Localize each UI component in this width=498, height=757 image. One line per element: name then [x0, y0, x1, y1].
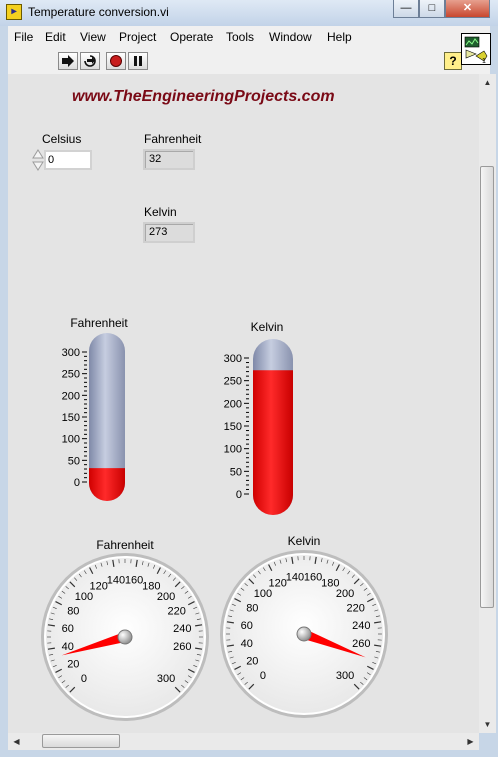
gauge-tick-label: 20 [67, 658, 79, 670]
fahrenheit-gauge-label: Fahrenheit [96, 538, 154, 552]
scroll-right-icon[interactable]: ▶ [462, 733, 479, 750]
gauge-tick-label: 100 [75, 591, 93, 603]
menu-project[interactable]: Project [119, 30, 156, 44]
minimize-button[interactable]: — [393, 0, 419, 18]
gauge-tick-label: 200 [157, 591, 175, 603]
gauge-tick-label: 200 [336, 588, 354, 600]
vi-chart-icon: 1 [464, 36, 488, 65]
run-continuously-button[interactable] [80, 52, 100, 70]
menu-bar: File Edit View Project Operate Tools Win… [8, 26, 490, 48]
gauge-tick-label: 40 [62, 641, 74, 653]
thermometer-tick-label: 150 [224, 421, 242, 433]
gauge-tick-label: 60 [62, 623, 74, 635]
pause-button[interactable] [128, 52, 148, 70]
abort-icon [110, 55, 122, 67]
run-arrow-icon [62, 55, 74, 67]
vi-connector-icon[interactable]: 1 [461, 33, 491, 65]
gauge-tick-label: 240 [352, 620, 370, 632]
horizontal-scrollbar[interactable]: ◀ ▶ [8, 733, 479, 750]
toolbar: ? [8, 48, 490, 74]
thermometer-tick-label: 150 [62, 412, 80, 424]
labview-window: ▸ Temperature conversion.vi — □ ✕ File E… [0, 0, 498, 757]
abort-button[interactable] [106, 52, 126, 70]
labview-vi-icon: ▸ [6, 4, 22, 20]
run-continuously-icon [84, 55, 96, 67]
menu-file[interactable]: File [14, 30, 33, 44]
vertical-scroll-thumb[interactable] [480, 166, 494, 608]
thermometer-tick-label: 200 [224, 398, 242, 410]
kelvin-thermometer-scale: 300 250 200 150 100 50 0 [224, 353, 249, 501]
front-panel: www.TheEngineeringProjects.com Celsius 0… [8, 74, 479, 733]
kelvin-gauge: Kelvin 020406080100120140 160180200220240… [220, 534, 388, 718]
horizontal-scroll-thumb[interactable] [42, 734, 120, 748]
gauge-tick-label: 240 [173, 623, 191, 635]
menu-window[interactable]: Window [269, 30, 312, 44]
thermometer-tick-label: 50 [230, 466, 242, 478]
gauge-tick-label: 100 [254, 588, 272, 600]
gauge-tick-label: 40 [241, 638, 253, 650]
gauge-tick-label: 220 [346, 603, 364, 615]
kelvin-thermometer-fill [253, 370, 293, 515]
gauge-tick-label: 120 [89, 580, 107, 592]
menu-help[interactable]: Help [327, 30, 352, 44]
context-help-button[interactable]: ? [444, 52, 462, 70]
vi-icon-number: 1 [482, 58, 486, 64]
thermometer-tick-label: 200 [62, 390, 80, 402]
gauge-hub [117, 629, 133, 645]
fahrenheit-thermometer-scale: 300 250 200 150 100 50 0 [62, 347, 87, 489]
gauge-tick-label: 300 [157, 673, 175, 685]
menu-view[interactable]: View [80, 30, 106, 44]
menu-tools[interactable]: Tools [226, 30, 254, 44]
window-title: Temperature conversion.vi [28, 5, 169, 19]
thermometer-tick-label: 250 [224, 376, 242, 388]
gauge-tick-label: 60 [241, 620, 253, 632]
gauge-hub [296, 626, 312, 642]
kelvin-gauge-label: Kelvin [288, 534, 321, 548]
thermometer-tick-label: 300 [224, 353, 242, 365]
gauge-tick-label: 260 [173, 641, 191, 653]
thermometer-tick-label: 100 [224, 444, 242, 456]
run-button[interactable] [58, 52, 78, 70]
gauge-tick-label: 0 [260, 670, 266, 682]
scroll-up-icon[interactable]: ▲ [479, 74, 496, 91]
graphics-layer: Fahrenheit 300250200150100500 Kelvin 300… [41, 316, 388, 721]
gauge-tick-label: 120 [268, 577, 286, 589]
maximize-button[interactable]: □ [419, 0, 445, 18]
scroll-left-icon[interactable]: ◀ [8, 733, 25, 750]
gauge-tick-label: 140 [286, 572, 304, 584]
gauge-tick-label: 160 [304, 572, 322, 584]
fahrenheit-thermometer-fill [89, 468, 125, 501]
thermometer-tick-label: 250 [62, 369, 80, 381]
thermometer-tick-label: 300 [62, 347, 80, 359]
gauge-tick-label: 220 [167, 606, 185, 618]
kelvin-thermometer-label: Kelvin [251, 320, 284, 334]
kelvin-thermometer: Kelvin 300 250 200 150 100 50 0 [224, 320, 293, 515]
menu-operate[interactable]: Operate [170, 30, 213, 44]
title-bar[interactable]: ▸ Temperature conversion.vi — □ ✕ [0, 0, 498, 26]
thermometer-tick-label: 50 [68, 455, 80, 467]
fahrenheit-thermometer: Fahrenheit 300 250 200 150 100 50 0 [62, 316, 128, 501]
thermometer-tick-label: 0 [236, 489, 242, 501]
gauge-tick-label: 300 [336, 670, 354, 682]
thermometer-tick-label: 0 [74, 477, 80, 489]
gauge-tick-label: 260 [352, 638, 370, 650]
fahrenheit-gauge: Fahrenheit 020406080100120140 16018020022… [41, 538, 209, 721]
menu-edit[interactable]: Edit [45, 30, 66, 44]
gauge-tick-label: 160 [125, 575, 143, 587]
close-button[interactable]: ✕ [445, 0, 490, 18]
thermometer-tick-label: 100 [62, 434, 80, 446]
gauge-tick-label: 0 [81, 673, 87, 685]
gauge-tick-label: 140 [107, 575, 125, 587]
scroll-down-icon[interactable]: ▼ [479, 716, 496, 733]
gauge-tick-label: 80 [67, 606, 79, 618]
fahrenheit-thermometer-label: Fahrenheit [70, 316, 128, 330]
pause-icon [134, 56, 142, 66]
vertical-scrollbar[interactable]: ▲ ▼ [479, 74, 496, 733]
gauge-tick-label: 80 [246, 603, 258, 615]
gauge-tick-label: 20 [246, 655, 258, 667]
